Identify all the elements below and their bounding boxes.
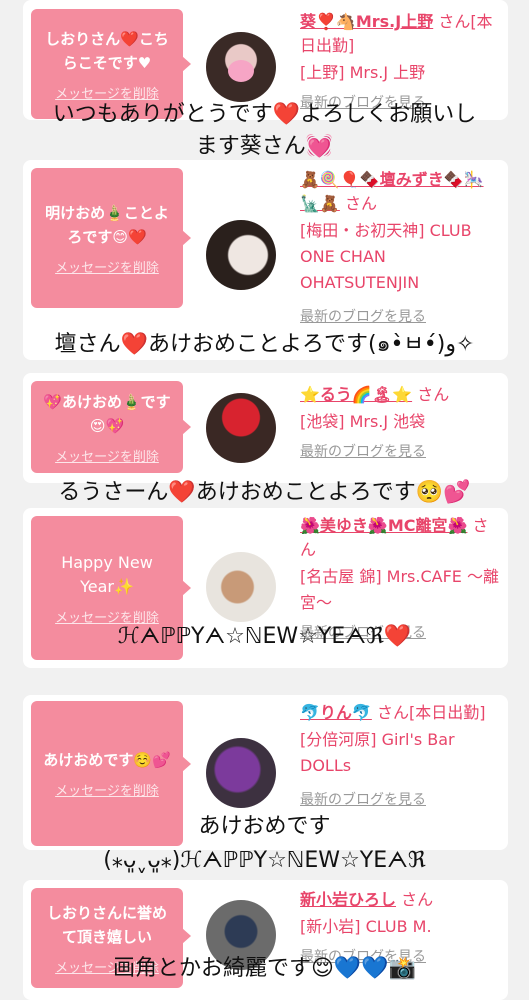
avatar[interactable] <box>206 738 276 808</box>
cast-info: 葵❣️🐴Mrs.J上野 さん[本日出勤] [上野] Mrs.J 上野 最新のブロ… <box>300 10 500 112</box>
reply-caption: ℋᗅℙℙYᗅ☆ℕEW☆YEᗅℜ❤️ <box>117 624 412 649</box>
message-text: しおりさん❤️こちらこそです♥ <box>45 29 169 72</box>
cast-name-line: 新小岩ひろし さん <box>300 888 500 912</box>
honorific: さん[本日出勤] <box>376 703 486 722</box>
shop-name: [池袋] Mrs.J 池袋 <box>300 412 426 431</box>
shop-name: [新小岩] CLUB M. <box>300 917 432 936</box>
bubble-arrow <box>182 56 191 72</box>
face-sticker-icon <box>228 60 254 82</box>
bubble-arrow <box>182 756 191 772</box>
reply-caption: ます葵さん💓 <box>195 134 334 159</box>
reply-caption: あけおめです <box>198 814 331 839</box>
honorific: さん <box>344 194 377 213</box>
honorific: さん <box>401 890 434 909</box>
cast-name-link[interactable]: ⭐るう🌈🏝⭐ <box>300 385 412 404</box>
cast-info: 🐬りん🐬 さん[本日出勤] [分倍河原] Girl's Bar DOLLs 最新… <box>300 701 500 809</box>
cast-name-line: 🐬りん🐬 さん[本日出勤] <box>300 701 500 725</box>
message-text: あけおめです☺️💕 <box>43 751 171 769</box>
bubble-arrow <box>182 230 191 246</box>
honorific: さん <box>417 385 450 404</box>
avatar[interactable] <box>206 552 276 622</box>
message-text: 明けおめ🎍ことよろです😊❤️ <box>45 203 169 246</box>
cast-name-link[interactable]: 新小岩ひろし <box>300 890 396 909</box>
latest-blog-link[interactable]: 最新のブログを見る <box>300 441 500 461</box>
message-text: Happy New Year✨ <box>61 552 153 596</box>
message-bubble: 明けおめ🎍ことよろです😊❤️ メッセージを削除 <box>31 168 191 308</box>
cast-name-line: 🧸🍭🎈🍫壇みずき🍫🎠🗽🧸 さん <box>300 168 500 216</box>
avatar[interactable] <box>206 393 276 463</box>
bubble-arrow <box>182 580 191 596</box>
reply-caption: るうさーん❤️あけおめことよろです🥺💕 <box>58 480 471 505</box>
delete-message-link[interactable]: メッセージを削除 <box>55 446 159 465</box>
cast-name-line: ⭐るう🌈🏝⭐ さん <box>300 383 500 407</box>
shop-name: [梅田・お初天神] CLUB ONE CHAN OHATSUTENJIN <box>300 221 472 292</box>
reply-caption: 壇さん❤️あけおめことよろです(๑•̀ㅂ•́)و✧ <box>54 332 475 357</box>
cast-name-link[interactable]: 🧸🍭🎈🍫壇みずき🍫🎠🗽🧸 <box>300 170 484 213</box>
bubble-arrow <box>182 928 191 944</box>
cast-name-link[interactable]: 葵❣️🐴Mrs.J上野 <box>300 12 433 31</box>
delete-message-link[interactable]: メッセージを削除 <box>55 780 159 799</box>
cast-info: ⭐るう🌈🏝⭐ さん [池袋] Mrs.J 池袋 最新のブログを見る <box>300 383 500 461</box>
delete-message-link[interactable]: メッセージを削除 <box>55 83 159 102</box>
latest-blog-link[interactable]: 最新のブログを見る <box>300 789 500 809</box>
avatar[interactable] <box>206 32 276 102</box>
message-bubble: 💖あけおめ🎍です😍💖 メッセージを削除 <box>31 381 191 473</box>
shop-name: [分倍河原] Girl's Bar DOLLs <box>300 730 455 775</box>
cast-name-link[interactable]: 🐬りん🐬 <box>300 703 372 722</box>
cast-info: 🧸🍭🎈🍫壇みずき🍫🎠🗽🧸 さん [梅田・お初天神] CLUB ONE CHAN … <box>300 168 500 326</box>
cast-name-link[interactable]: 🌺美ゆき🌺MC離宮🌺 <box>300 516 467 535</box>
message-text: 💖あけおめ🎍です😍💖 <box>43 392 171 435</box>
bubble-arrow <box>182 419 191 435</box>
delete-message-link[interactable]: メッセージを削除 <box>55 257 159 276</box>
message-card: 💖あけおめ🎍です😍💖 メッセージを削除 ⭐るう🌈🏝⭐ さん [池袋] Mrs.J… <box>23 373 508 483</box>
reply-caption: 画角とかお綺麗です😌💙💙📸 <box>112 956 417 981</box>
reply-caption: (⁎ᴗ͈ˬᴗ͈⁎)ℋᗅℙℙY☆ℕEW☆YEᗅℜ <box>103 848 426 873</box>
latest-blog-link[interactable]: 最新のブログを見る <box>300 306 500 326</box>
cast-name-line: 🌺美ゆき🌺MC離宮🌺 さん <box>300 514 500 562</box>
shop-name: [上野] Mrs.J 上野 <box>300 63 426 82</box>
shop-name: [名古屋 錦] Mrs.CAFE 〜離宮〜 <box>300 567 499 612</box>
reply-caption: いつもありがとうです❤️よろしくお願いし <box>52 102 477 127</box>
cast-name-line: 葵❣️🐴Mrs.J上野 さん[本日出勤] <box>300 10 500 58</box>
message-text: しおりさんに誉めて頂き嬉しい <box>46 903 167 946</box>
avatar[interactable] <box>206 220 276 290</box>
